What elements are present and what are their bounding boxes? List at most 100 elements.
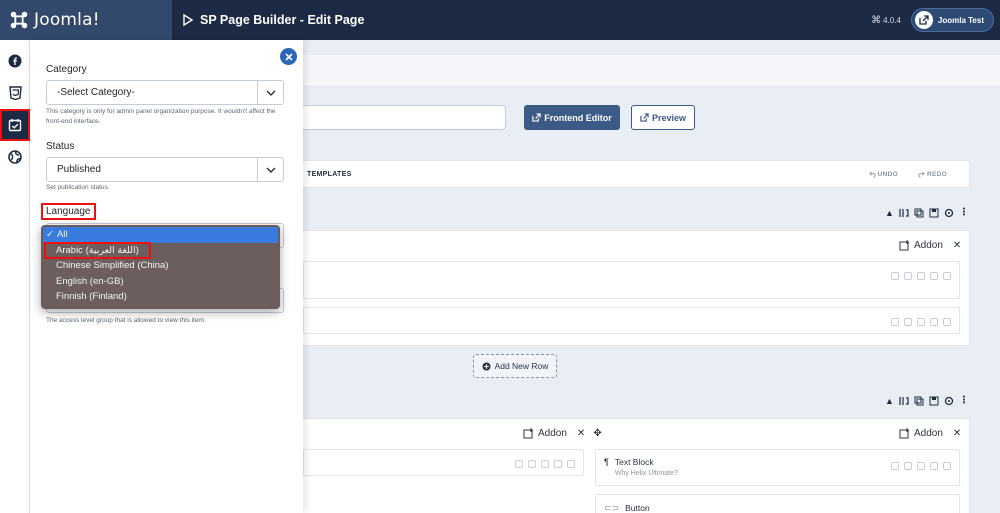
title-strip	[303, 55, 1000, 87]
category-label: Category	[46, 64, 87, 75]
close-panel-button[interactable]	[280, 48, 297, 65]
undo-icon	[868, 171, 876, 178]
status-value: Published	[57, 164, 101, 175]
redo-button[interactable]: REDO	[918, 171, 947, 178]
addon-label[interactable]: Addon	[914, 240, 943, 251]
version-text: 4.0.4	[883, 15, 901, 25]
option-label: Chinese Simplified (China)	[56, 260, 169, 272]
add-new-row-label: Add New Row	[494, 361, 549, 371]
brand-logo[interactable]: Joomla!	[0, 0, 172, 40]
gear-icon[interactable]	[944, 396, 954, 406]
section-2-tools: ▲ ⋮	[885, 395, 969, 406]
page-title-input[interactable]	[303, 105, 506, 130]
section-1: Addon ✕	[303, 230, 970, 346]
gear-icon[interactable]	[944, 208, 954, 218]
category-help: This category is only for admin panel or…	[46, 108, 276, 125]
addon-mini-tools	[515, 460, 575, 468]
columns-icon[interactable]	[899, 396, 909, 406]
addon-header: Addon ✕	[899, 240, 961, 251]
move-icon[interactable]: ✥	[593, 428, 601, 439]
addon-label[interactable]: Addon	[914, 428, 943, 439]
templates-tab[interactable]: TEMPLATES	[307, 171, 352, 178]
add-new-row-button[interactable]: Add New Row	[473, 354, 557, 378]
section-1-tools: ▲ ⋮	[885, 207, 969, 218]
add-addon-icon[interactable]	[899, 428, 910, 439]
rail-item-page-options[interactable]	[0, 109, 30, 141]
copy-icon[interactable]	[914, 208, 924, 218]
external-link-icon	[640, 113, 649, 122]
rail-item-css[interactable]	[0, 77, 30, 109]
addon-label[interactable]: Addon	[538, 428, 567, 439]
frontend-editor-button[interactable]: Frontend Editor	[524, 105, 620, 130]
left-rail	[0, 40, 30, 513]
joomla-small-icon: ⌘	[871, 14, 882, 26]
option-label: English (en-GB)	[56, 275, 124, 287]
play-outline-icon	[183, 14, 194, 26]
addon-name: Text Block	[614, 457, 654, 467]
language-option-finnish[interactable]: Finnish (Finland)	[43, 289, 278, 305]
top-header: Joomla! SP Page Builder - Edit Page ⌘ 4.…	[0, 0, 1000, 40]
rail-item-seo[interactable]	[0, 141, 30, 173]
version-badge: ⌘ 4.0.4	[871, 15, 901, 26]
builder-toolbar: TEMPLATES UNDO REDO	[303, 160, 970, 188]
rail-item-facebook[interactable]	[0, 45, 30, 77]
calendar-check-icon	[8, 119, 22, 132]
wrench-icon[interactable]: ✕	[953, 428, 961, 439]
preview-button[interactable]: Preview	[631, 105, 695, 130]
button-item: ⊂⊃ Button	[604, 503, 650, 513]
language-option-arabic[interactable]: Arabic (اللغة العربية)	[44, 241, 151, 259]
checkmark-icon: ✓	[46, 229, 54, 241]
text-block-addon[interactable]: ¶ Text Block Why Helix Ultimate?	[595, 449, 960, 486]
text-block-icon: ¶	[604, 457, 609, 467]
joomla-logo-icon	[10, 11, 28, 29]
collapse-icon[interactable]: ▲	[885, 396, 894, 406]
status-help: Set publication status.	[46, 184, 110, 191]
external-link-icon	[532, 113, 541, 122]
more-vertical-icon[interactable]: ⋮	[959, 395, 969, 406]
category-select[interactable]: -Select Category-	[46, 80, 284, 105]
collapse-icon[interactable]: ▲	[885, 208, 894, 218]
add-addon-icon[interactable]	[899, 240, 910, 251]
addon-name: Button	[625, 503, 650, 513]
language-option-all[interactable]: ✓ All	[43, 227, 278, 243]
button-addon[interactable]: ⊂⊃ Button	[595, 494, 960, 513]
addon-box[interactable]	[303, 307, 960, 334]
copy-icon[interactable]	[914, 396, 924, 406]
more-vertical-icon[interactable]: ⋮	[959, 207, 969, 218]
addon-subtitle: Why Helix Ultimate?	[614, 470, 678, 477]
page-title-text: SP Page Builder - Edit Page	[200, 13, 365, 27]
addon-box[interactable]	[303, 261, 960, 299]
section-2: Addon ✕ ✥ Addon ✕ ¶ Text Block Why Helix…	[303, 418, 970, 513]
access-help: The access level group that is allowed t…	[46, 317, 206, 324]
preview-label: Preview	[651, 112, 687, 123]
redo-icon	[918, 171, 925, 178]
wrench-icon[interactable]: ✕	[953, 240, 961, 251]
save-icon[interactable]	[929, 396, 939, 406]
user-menu-button[interactable]: Joomla Test	[910, 8, 994, 32]
link-icon: ⊂⊃	[604, 503, 620, 513]
addon-mini-tools	[891, 272, 951, 280]
addon-box[interactable]	[303, 449, 584, 476]
chevron-down-icon	[257, 81, 283, 104]
status-select[interactable]: Published	[46, 157, 284, 182]
undo-button[interactable]: UNDO	[868, 170, 899, 178]
chevron-down-icon	[257, 158, 283, 181]
addon-header-right: Addon ✕	[899, 428, 961, 439]
page-builder-canvas: Frontend Editor Preview TEMPLATES UNDO R…	[303, 40, 1000, 513]
language-dropdown-list: ✓ All Arabic (اللغة العربية) Chinese Sim…	[41, 225, 280, 309]
language-option-english[interactable]: English (en-GB)	[43, 274, 278, 290]
option-label: Finnish (Finland)	[56, 291, 127, 303]
facebook-icon	[8, 54, 22, 68]
columns-icon[interactable]	[899, 208, 909, 218]
option-label: Arabic (اللغة العربية)	[56, 244, 139, 256]
text-block-item: ¶ Text Block Why Helix Ultimate?	[604, 457, 678, 477]
language-option-chinese[interactable]: Chinese Simplified (China)	[43, 258, 278, 274]
add-addon-icon[interactable]	[523, 428, 534, 439]
save-icon[interactable]	[929, 208, 939, 218]
category-value: -Select Category-	[57, 87, 135, 98]
plus-circle-icon	[482, 361, 491, 371]
redo-label: REDO	[927, 170, 947, 178]
wrench-icon[interactable]: ✕	[577, 428, 585, 439]
undo-label: UNDO	[877, 170, 899, 178]
external-link-icon	[914, 11, 933, 29]
